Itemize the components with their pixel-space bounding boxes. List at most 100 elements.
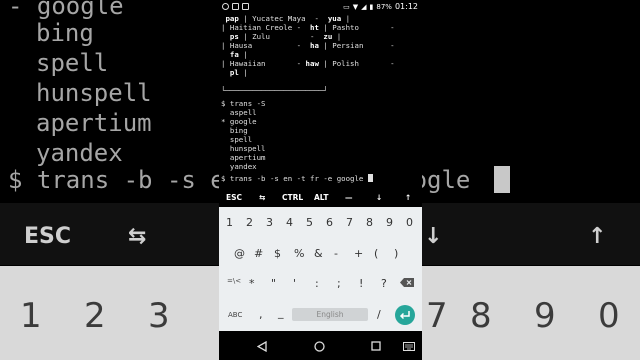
table-text: | Zulu -	[238, 32, 315, 41]
wifi-icon: ▼	[352, 2, 359, 11]
table-text	[221, 68, 230, 77]
language-code: ha	[310, 41, 319, 50]
language-code: pl	[229, 68, 239, 77]
symbol-key[interactable]: =\<	[227, 277, 241, 285]
bg-num: 0	[598, 296, 620, 336]
table-line: fa |	[221, 50, 248, 59]
symbol-key[interactable]: "	[271, 277, 276, 290]
table-line: | Hawaiian - haw | Polish -	[221, 59, 395, 68]
number-key[interactable]: 8	[366, 216, 373, 229]
symbol-key[interactable]: -	[334, 247, 338, 260]
table-text: |	[332, 32, 342, 41]
backspace-icon[interactable]	[400, 278, 414, 287]
symbol-key[interactable]: !	[359, 277, 363, 290]
language-code: zu	[323, 32, 333, 41]
table-text: | Persian -	[318, 41, 395, 50]
bg-key: ⇆	[128, 224, 147, 249]
symbol-key[interactable]: *	[249, 277, 255, 290]
command-line: $ trans -S	[221, 99, 266, 108]
symbol-key[interactable]: %	[294, 247, 304, 260]
table-text: |	[341, 14, 351, 23]
extra-keys-row: ESC ⇆ CTRL ALT — ↓ ↑	[219, 188, 422, 207]
terminal-output[interactable]: pap | Yucatec Maya - yua | | Haitian Creo…	[219, 14, 422, 186]
phone-screen: ▭ ▼ ◢ ▮ 87% 01:12 pap | Yucatec Maya - y…	[219, 0, 422, 360]
bg-num: 7	[426, 296, 448, 336]
number-key[interactable]: 7	[346, 216, 353, 229]
battery-percent: 87%	[376, 2, 392, 11]
number-key[interactable]: 4	[286, 216, 293, 229]
number-key[interactable]: 3	[266, 216, 273, 229]
terminal-cursor	[367, 174, 373, 182]
soft-keyboard: 1234567890 @ # $% & - +() =\< * " ':;!? ABC , _ …	[219, 207, 422, 331]
cast-icon: ▭	[343, 2, 350, 11]
language-code: ht	[310, 23, 319, 32]
bg-num: 9	[534, 296, 556, 336]
symbol-key[interactable]: (	[374, 247, 378, 260]
symbol-key[interactable]: @	[234, 247, 245, 260]
symbol-key[interactable]: #	[254, 247, 263, 260]
symbol-key[interactable]: :	[315, 277, 319, 290]
bg-key: ↓	[424, 224, 443, 249]
play-icon	[242, 3, 249, 10]
table-text	[301, 23, 310, 32]
home-circle-icon[interactable]	[314, 341, 325, 352]
enter-button[interactable]	[395, 305, 415, 325]
symbol-key[interactable]: ;	[337, 277, 341, 290]
space-bar[interactable]: English	[292, 308, 368, 321]
bg-key: ↑	[588, 224, 607, 249]
comma-key[interactable]: ,	[259, 308, 263, 321]
back-triangle-icon[interactable]	[257, 341, 267, 352]
number-key[interactable]: 6	[326, 216, 333, 229]
ctrl-key[interactable]: CTRL	[282, 193, 303, 202]
up-arrow-key[interactable]: ↑	[405, 193, 411, 202]
signal-icon: ◢	[361, 2, 367, 11]
bg-line: apertium	[36, 109, 152, 137]
bg-line: - google	[8, 0, 124, 20]
esc-key[interactable]: ESC	[226, 193, 242, 202]
bg-num: 2	[84, 296, 106, 336]
termux-icon	[222, 3, 229, 10]
number-key[interactable]: 1	[226, 216, 233, 229]
status-bar: ▭ ▼ ◢ ▮ 87% 01:12	[219, 0, 422, 14]
alt-key[interactable]: ALT	[314, 193, 328, 202]
recents-square-icon[interactable]	[371, 341, 381, 351]
engine-list-item: * google	[221, 117, 257, 126]
enter-arrow-icon	[399, 311, 410, 320]
table-text	[221, 32, 230, 41]
language-code: yua	[327, 14, 342, 23]
bg-num: 8	[470, 296, 492, 336]
table-divider: └──────────────────────┘	[221, 86, 328, 95]
symbol-key[interactable]: '	[293, 277, 296, 290]
down-arrow-key[interactable]: ↓	[376, 193, 382, 202]
table-text	[319, 14, 328, 23]
symbol-key[interactable]: ?	[381, 277, 387, 290]
command-text: $ trans -b -s en -t fr -e google	[221, 174, 368, 183]
symbol-key[interactable]: )	[394, 247, 398, 260]
symbol-key[interactable]: $	[274, 247, 281, 260]
navigation-bar	[219, 333, 422, 360]
symbol-key[interactable]: &	[314, 247, 323, 260]
number-key[interactable]: 5	[306, 216, 313, 229]
underscore-key[interactable]: _	[278, 306, 284, 319]
table-text: | Polish -	[318, 59, 395, 68]
bg-num: 3	[148, 296, 170, 336]
engine-list-item: aspell	[221, 108, 257, 117]
table-text: |	[238, 68, 248, 77]
image-icon	[232, 3, 239, 10]
number-key[interactable]: 9	[386, 216, 393, 229]
dash-key[interactable]: —	[345, 193, 353, 202]
number-key[interactable]: 2	[246, 216, 253, 229]
symbol-key[interactable]: +	[354, 247, 363, 260]
bg-line: bing	[36, 19, 94, 47]
table-line: pap | Yucatec Maya - yua |	[221, 14, 351, 23]
number-key[interactable]: 0	[406, 216, 413, 229]
table-line: | Haitian Creole - ht | Pashto -	[221, 23, 395, 32]
engine-list-item: spell	[221, 135, 253, 144]
abc-key[interactable]: ABC	[228, 311, 242, 319]
keyboard-switch-icon[interactable]	[403, 342, 415, 351]
language-code: pap	[225, 14, 239, 23]
language-code: ps	[229, 32, 239, 41]
tab-key[interactable]: ⇆	[259, 193, 265, 202]
notification-icons	[222, 3, 249, 10]
slash-key[interactable]: /	[377, 308, 381, 321]
